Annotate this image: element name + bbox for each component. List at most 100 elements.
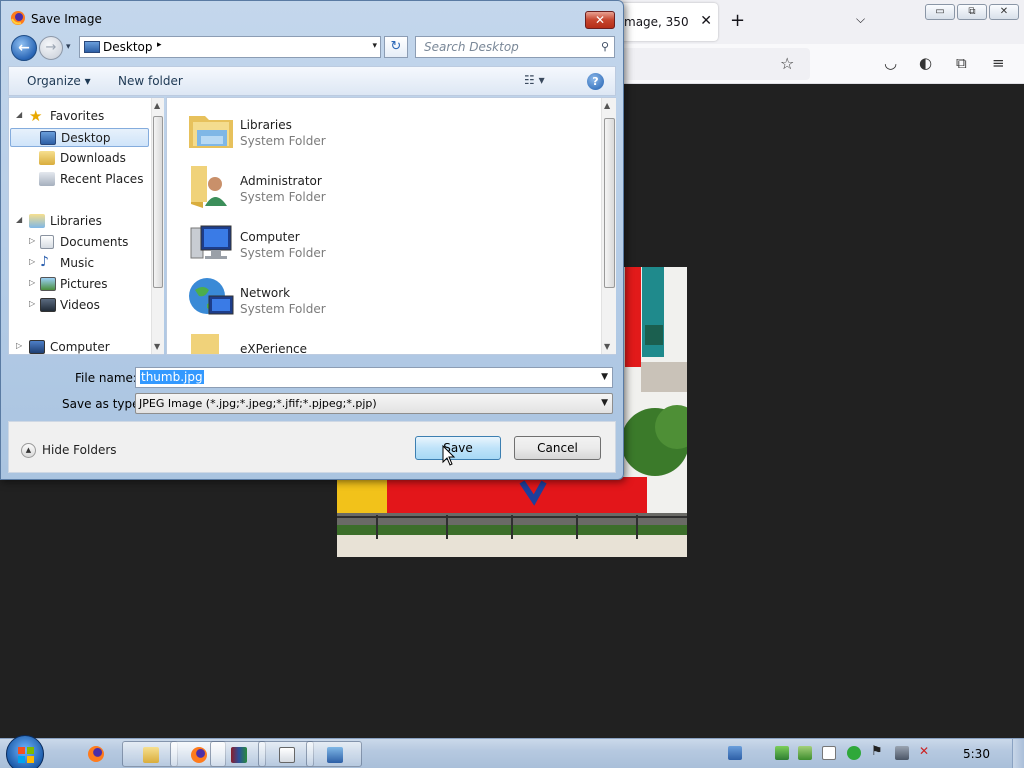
- forward-button[interactable]: →: [39, 36, 63, 60]
- pictures-icon: [40, 277, 56, 291]
- window-close-button[interactable]: ✕: [989, 4, 1019, 20]
- address-dropdown-icon[interactable]: ▾: [372, 41, 377, 51]
- search-input[interactable]: Search Desktop ⚲: [415, 36, 615, 58]
- taskbar: ⚑ ✕ 5:30: [0, 735, 1024, 768]
- navigation-scrollbar[interactable]: ▲ ▼: [151, 98, 164, 354]
- desktop-icon: [84, 41, 100, 53]
- file-list-scrollbar[interactable]: ▲ ▼: [601, 98, 616, 354]
- folder-icon: [191, 334, 219, 354]
- nav-item-recent-places[interactable]: Recent Places: [9, 170, 149, 189]
- recent-locations-dropdown-icon[interactable]: ▾: [66, 42, 71, 52]
- collapse-up-icon: ▲: [21, 443, 36, 458]
- taskbar-network-tool[interactable]: [306, 741, 362, 767]
- nav-item-computer[interactable]: ▷ Computer: [9, 338, 149, 357]
- file-list: Libraries System Folder Administrator Sy…: [166, 97, 616, 355]
- tray-display-icon[interactable]: [895, 746, 909, 760]
- file-name-dropdown-icon[interactable]: ▼: [601, 372, 608, 382]
- nav-item-libraries[interactable]: ◢ Libraries: [9, 212, 149, 231]
- list-item[interactable]: eXPerience: [187, 330, 587, 354]
- list-item[interactable]: Libraries System Folder: [187, 106, 587, 158]
- back-button[interactable]: ←: [11, 35, 37, 61]
- scroll-thumb[interactable]: [604, 118, 615, 288]
- scroll-thumb[interactable]: [153, 116, 163, 288]
- list-item[interactable]: Administrator System Folder: [187, 162, 587, 214]
- nav-label: Videos: [60, 298, 100, 312]
- tab-close-icon[interactable]: ✕: [700, 13, 712, 29]
- pocket-icon[interactable]: ◡: [884, 54, 897, 72]
- list-tabs-icon[interactable]: ⌵: [856, 12, 865, 27]
- breadcrumb-arrow-icon[interactable]: ▸: [157, 40, 162, 50]
- dialog-close-button[interactable]: ✕: [585, 11, 615, 29]
- scroll-up-icon[interactable]: ▲: [154, 101, 160, 110]
- expand-icon[interactable]: ▷: [29, 236, 35, 245]
- tray-document-icon[interactable]: [822, 746, 836, 760]
- nav-item-desktop[interactable]: Desktop: [10, 128, 149, 147]
- tray-security-icon[interactable]: [847, 746, 861, 760]
- scroll-down-icon[interactable]: ▼: [154, 342, 160, 351]
- nav-item-downloads[interactable]: Downloads: [9, 149, 149, 168]
- start-button[interactable]: [6, 735, 44, 768]
- collapse-icon[interactable]: ◢: [16, 215, 22, 224]
- save-button[interactable]: Save: [415, 436, 501, 460]
- restore-button[interactable]: ⧉: [957, 4, 987, 20]
- cancel-button[interactable]: Cancel: [514, 436, 601, 460]
- nav-label: Downloads: [60, 151, 126, 165]
- clock[interactable]: 5:30: [963, 747, 990, 761]
- nav-item-music[interactable]: ▷ ♪ Music: [9, 254, 149, 273]
- nav-item-pictures[interactable]: ▷ Pictures: [9, 275, 149, 294]
- account-icon[interactable]: ◐: [919, 54, 932, 72]
- address-bar[interactable]: Desktop ▸ ▾: [79, 36, 381, 58]
- list-item[interactable]: Network System Folder: [187, 274, 587, 326]
- taskbar-firefox[interactable]: [68, 741, 124, 767]
- save-as-type-label: Save as type:: [62, 397, 144, 411]
- new-folder-button[interactable]: New folder: [118, 74, 183, 88]
- music-icon: ♪: [40, 254, 49, 270]
- nav-item-documents[interactable]: ▷ Documents: [9, 233, 149, 252]
- notepad-icon: [279, 747, 295, 763]
- expand-icon[interactable]: ▷: [16, 341, 22, 350]
- collapse-icon[interactable]: ◢: [16, 110, 22, 119]
- scroll-up-icon[interactable]: ▲: [604, 101, 610, 110]
- nav-label: Libraries: [50, 214, 102, 228]
- search-icon[interactable]: ⚲: [601, 40, 609, 53]
- refresh-button[interactable]: ↻: [384, 36, 408, 58]
- show-desktop-button[interactable]: [1012, 739, 1024, 768]
- firefox-tab[interactable]: mage, 350 ✕: [618, 3, 718, 41]
- tray-desktop-icon[interactable]: [728, 746, 742, 760]
- menu-icon[interactable]: ≡: [992, 54, 1005, 72]
- save-as-type-select[interactable]: JPEG Image (*.jpg;*.jpeg;*.jfif;*.pjpeg;…: [135, 393, 613, 414]
- list-item[interactable]: Computer System Folder: [187, 218, 587, 270]
- navigation-pane: ◢ ★ Favorites Desktop Downloads Recent P…: [8, 97, 164, 355]
- desktop-icon: [40, 131, 56, 145]
- help-icon[interactable]: ?: [587, 73, 604, 90]
- address-location[interactable]: Desktop: [103, 40, 153, 54]
- dialog-toolbar: Organize ▾ New folder ☷ ▾ ?: [8, 66, 616, 96]
- expand-icon[interactable]: ▷: [29, 257, 35, 266]
- tray-sync-icon[interactable]: [798, 746, 812, 760]
- tray-volume-muted-icon[interactable]: ✕: [919, 744, 933, 758]
- downloads-icon: [39, 151, 55, 165]
- hide-folders-label: Hide Folders: [42, 443, 117, 457]
- star-icon: ★: [29, 107, 43, 125]
- nav-item-favorites[interactable]: ◢ ★ Favorites: [9, 107, 149, 126]
- winrar-icon: [231, 747, 247, 763]
- hide-folders-button[interactable]: ▲ Hide Folders: [21, 442, 121, 460]
- tray-flag-icon[interactable]: ⚑: [871, 744, 885, 759]
- extensions-icon[interactable]: ⧉: [956, 54, 967, 72]
- save-as-type-dropdown-icon[interactable]: ▼: [601, 398, 608, 408]
- minimize-button[interactable]: ▭: [925, 4, 955, 20]
- file-name: Computer: [240, 230, 300, 244]
- file-name-field[interactable]: thumb.jpg ▼: [135, 367, 613, 388]
- file-name-value[interactable]: thumb.jpg: [140, 370, 204, 384]
- nav-label: Desktop: [61, 131, 111, 145]
- tab-title: mage, 350: [624, 15, 689, 29]
- tray-network-icon[interactable]: [775, 746, 789, 760]
- expand-icon[interactable]: ▷: [29, 299, 35, 308]
- change-view-button[interactable]: ☷ ▾: [524, 73, 545, 87]
- bookmark-star-icon[interactable]: ☆: [780, 54, 794, 73]
- nav-item-videos[interactable]: ▷ Videos: [9, 296, 149, 315]
- expand-icon[interactable]: ▷: [29, 278, 35, 287]
- new-tab-icon[interactable]: +: [730, 10, 745, 31]
- organize-button[interactable]: Organize ▾: [27, 74, 91, 88]
- scroll-down-icon[interactable]: ▼: [604, 342, 610, 351]
